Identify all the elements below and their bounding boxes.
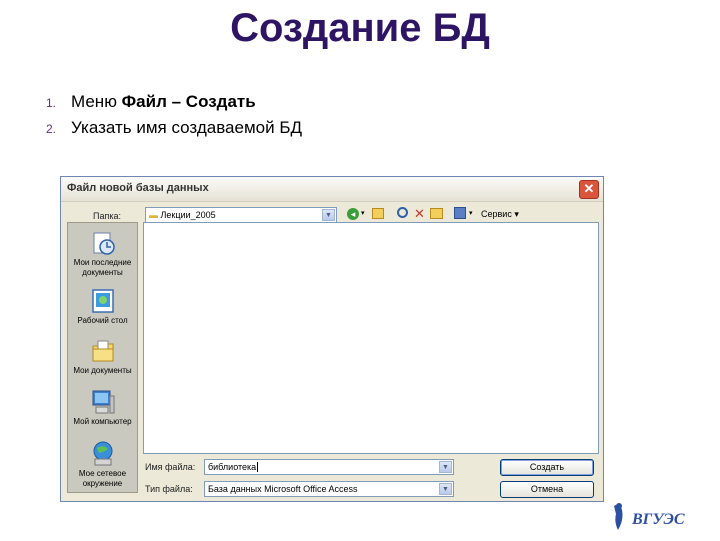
university-logo: ВГУЭС xyxy=(610,500,710,541)
my-computer-icon xyxy=(92,390,114,414)
filetype-value: База данных Microsoft Office Access xyxy=(208,484,358,494)
text-cursor xyxy=(257,462,259,472)
filename-input[interactable]: библиотека ▼ xyxy=(204,459,454,475)
folder-label: Папка: xyxy=(93,211,121,221)
delete-icon[interactable]: ✕ xyxy=(414,206,425,222)
filetype-select[interactable]: База данных Microsoft Office Access ▼ xyxy=(204,481,454,497)
steps-list: 1. Меню Файл – Создать 2. Указать имя со… xyxy=(46,92,302,144)
back-dropdown-icon[interactable]: ▾ xyxy=(361,209,365,217)
chevron-down-icon[interactable]: ▼ xyxy=(439,461,452,473)
folder-select[interactable]: ▬ Лекции_2005 ▼ xyxy=(145,207,337,223)
back-icon[interactable]: ◂ xyxy=(347,208,359,220)
place-label: Рабочий стол xyxy=(77,316,128,325)
dialog-titlebar[interactable]: Файл новой базы данных ✕ xyxy=(61,177,603,202)
place-my-documents[interactable]: Мои документы xyxy=(68,337,137,376)
tools-label: Сервис xyxy=(481,209,512,219)
my-documents-icon xyxy=(92,340,113,362)
desktop-icon xyxy=(91,289,114,313)
place-label: Мои последние документы xyxy=(73,258,132,277)
places-bar: Мои последние документы Рабочий стол Мои… xyxy=(67,222,138,493)
folder-value: Лекции_2005 xyxy=(160,210,216,220)
place-my-computer[interactable]: Мой компьютер xyxy=(68,388,137,427)
tools-menu[interactable]: Сервис ▾ xyxy=(481,209,519,220)
logo-emblem-icon: ВГУЭС xyxy=(614,503,685,530)
place-desktop[interactable]: Рабочий стол xyxy=(68,287,137,326)
step-text-bold: Файл – Создать xyxy=(121,92,256,111)
filename-value: библиотека xyxy=(208,462,257,472)
recent-documents-icon xyxy=(93,232,115,255)
chevron-down-icon[interactable]: ▼ xyxy=(322,209,335,221)
place-network[interactable]: Мое сетевое окружение xyxy=(68,440,137,489)
place-label: Мои документы xyxy=(73,366,132,375)
folder-icon: ▬ xyxy=(149,210,158,220)
step-number: 1. xyxy=(46,96,57,110)
chevron-down-icon[interactable]: ▼ xyxy=(439,483,452,495)
place-recent[interactable]: Мои последние документы xyxy=(68,229,137,278)
search-web-icon[interactable] xyxy=(397,207,408,218)
new-folder-icon[interactable] xyxy=(430,208,443,219)
step-number: 2. xyxy=(46,122,57,136)
cancel-button[interactable]: Отмена xyxy=(500,481,594,498)
dialog-title: Файл новой базы данных xyxy=(67,182,209,194)
place-label: Мое сетевое окружение xyxy=(78,469,127,488)
network-places-icon xyxy=(93,441,112,466)
step-item: 1. Меню Файл – Создать xyxy=(46,92,302,118)
step-item: 2. Указать имя создаваемой БД xyxy=(46,118,302,144)
filetype-label: Тип файла: xyxy=(145,484,193,494)
new-database-dialog: Файл новой базы данных ✕ Папка: ▬ Лекции… xyxy=(60,176,604,502)
filename-label: Имя файла: xyxy=(145,462,196,472)
create-button[interactable]: Создать xyxy=(500,459,594,476)
views-dropdown-icon[interactable]: ▾ xyxy=(469,209,473,217)
step-text: Меню xyxy=(71,92,122,111)
logo-text: ВГУЭС xyxy=(631,511,685,528)
step-text: Указать имя создаваемой БД xyxy=(71,118,302,137)
up-folder-icon[interactable] xyxy=(372,208,384,219)
file-list[interactable] xyxy=(143,222,599,454)
slide-title: Создание БД xyxy=(230,6,490,50)
place-label: Мой компьютер xyxy=(73,417,132,426)
views-icon[interactable] xyxy=(454,207,466,219)
close-button[interactable]: ✕ xyxy=(579,180,599,199)
